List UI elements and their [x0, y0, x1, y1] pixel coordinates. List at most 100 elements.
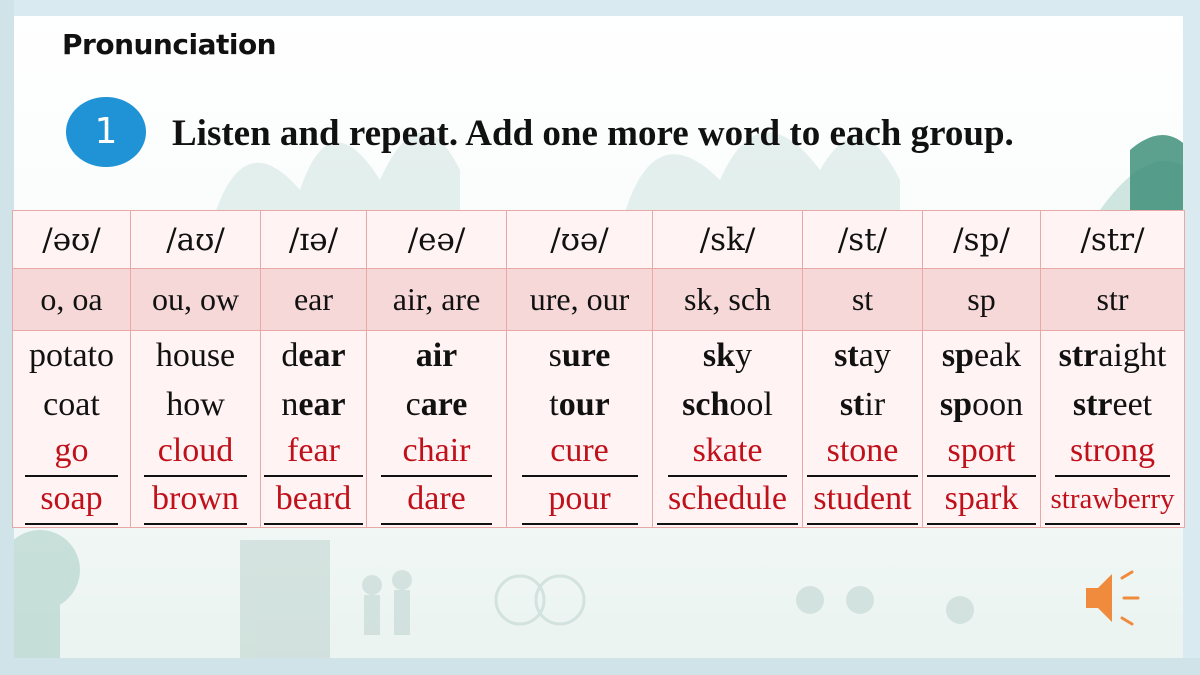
- symbol-cell: /ɪə/: [260, 210, 367, 269]
- slide-frame-top: [0, 0, 1200, 16]
- example-word: near: [261, 380, 366, 429]
- answer-blank[interactable]: student: [806, 477, 919, 525]
- speaker-icon[interactable]: [1082, 568, 1144, 628]
- example-word-plain: eak: [973, 337, 1022, 374]
- symbol-cell: /ʊə/: [506, 210, 653, 269]
- example-word-plain: aight: [1098, 337, 1167, 374]
- spelling-cell: str: [1040, 268, 1185, 331]
- example-word-highlight: str: [1072, 386, 1113, 423]
- answer-blank[interactable]: brown: [143, 477, 248, 525]
- example-word: school: [653, 380, 802, 429]
- examples-cell: air care chair dare: [366, 330, 507, 528]
- example-word-plain: t: [549, 386, 559, 423]
- symbol-cell: /eə/: [366, 210, 507, 269]
- symbol-cell: /əʊ/: [12, 210, 131, 269]
- answer-blank[interactable]: cure: [521, 429, 638, 477]
- example-word: potato: [29, 337, 114, 374]
- examples-cell: house how cloud brown: [130, 330, 261, 528]
- answer-blank[interactable]: cloud: [143, 429, 248, 477]
- example-word-plain: s: [548, 337, 562, 374]
- example-word: spoon: [923, 380, 1040, 429]
- answer-blank[interactable]: chair: [380, 429, 493, 477]
- example-word: house: [155, 337, 236, 374]
- example-word-highlight: air: [415, 337, 458, 374]
- example-word: coat: [43, 386, 100, 423]
- example-word-highlight: ure: [561, 337, 611, 374]
- example-word: sky: [653, 331, 802, 380]
- answer-blank[interactable]: fear: [264, 429, 363, 477]
- example-word: care: [367, 380, 506, 429]
- examples-row: potato coat go soap house how cloud brow…: [12, 330, 1185, 528]
- symbol-cell: /str/: [1040, 210, 1185, 269]
- examples-cell: sky school skate schedule: [652, 330, 803, 528]
- example-word-plain: n: [281, 386, 299, 423]
- spelling-cell: ure, our: [506, 268, 653, 331]
- example-word-highlight: our: [558, 386, 610, 423]
- example-word-plain: ay: [858, 337, 891, 374]
- example-word-highlight: are: [420, 386, 468, 423]
- answer-blank[interactable]: strawberry: [1045, 477, 1180, 525]
- example-word: stay: [803, 331, 922, 380]
- answer-blank[interactable]: stone: [806, 429, 919, 477]
- spelling-cell: air, are: [366, 268, 507, 331]
- spelling-cell: ear: [260, 268, 367, 331]
- symbol-cell: /aʊ/: [130, 210, 261, 269]
- answer-blank[interactable]: strong: [1055, 429, 1170, 477]
- step-number-badge: 1: [66, 97, 146, 167]
- example-word-plain: ool: [729, 386, 773, 423]
- examples-cell: potato coat go soap: [12, 330, 131, 528]
- answer-blank[interactable]: schedule: [657, 477, 798, 525]
- example-word-plain: oon: [972, 386, 1024, 423]
- answer-blank[interactable]: beard: [264, 477, 363, 525]
- example-word-highlight: sp: [941, 337, 974, 374]
- example-word: street: [1041, 380, 1184, 429]
- example-word-plain: y: [735, 337, 753, 374]
- answer-blank[interactable]: soap: [24, 477, 119, 525]
- symbol-cell: /st/: [802, 210, 923, 269]
- example-word: tour: [507, 380, 652, 429]
- example-word-highlight: str: [1058, 337, 1099, 374]
- answer-blank[interactable]: pour: [521, 477, 638, 525]
- symbol-cell: /sk/: [652, 210, 803, 269]
- slide-frame-bottom: [0, 658, 1200, 675]
- examples-cell: speak spoon sport spark: [922, 330, 1041, 528]
- example-word-plain: d: [281, 337, 299, 374]
- example-word-highlight: ear: [298, 337, 346, 374]
- section-title: Pronunciation: [62, 28, 277, 61]
- examples-cell: dear near fear beard: [260, 330, 367, 528]
- example-word: straight: [1041, 331, 1184, 380]
- phonetic-symbol-row: /əʊ/ /aʊ/ /ɪə/ /eə/ /ʊə/ /sk/ /st/ /sp/ …: [12, 210, 1185, 269]
- examples-cell: stay stir stone student: [802, 330, 923, 528]
- answer-blank[interactable]: skate: [667, 429, 788, 477]
- answer-blank[interactable]: spark: [926, 477, 1037, 525]
- answer-blank[interactable]: sport: [926, 429, 1037, 477]
- example-word-plain: ir: [864, 386, 886, 423]
- example-word-plain: c: [405, 386, 421, 423]
- answer-blank[interactable]: dare: [380, 477, 493, 525]
- example-word: speak: [923, 331, 1040, 380]
- example-word: air: [367, 331, 506, 380]
- example-word-highlight: ear: [298, 386, 346, 423]
- examples-cell: sure tour cure pour: [506, 330, 653, 528]
- spelling-cell: o, oa: [12, 268, 131, 331]
- example-word: how: [166, 386, 225, 423]
- spelling-row: o, oa ou, ow ear air, are ure, our sk, s…: [12, 268, 1185, 331]
- pronunciation-table: /əʊ/ /aʊ/ /ɪə/ /eə/ /ʊə/ /sk/ /st/ /sp/ …: [12, 210, 1185, 528]
- instruction-text: Listen and repeat. Add one more word to …: [172, 113, 1014, 154]
- example-word-highlight: sp: [939, 386, 973, 423]
- answer-blank[interactable]: go: [24, 429, 119, 477]
- example-word-highlight: st: [839, 386, 865, 423]
- symbol-cell: /sp/: [922, 210, 1041, 269]
- example-word-highlight: sk: [702, 337, 736, 374]
- spelling-cell: sk, sch: [652, 268, 803, 331]
- spelling-cell: ou, ow: [130, 268, 261, 331]
- example-word: sure: [507, 331, 652, 380]
- spelling-cell: st: [802, 268, 923, 331]
- spelling-cell: sp: [922, 268, 1041, 331]
- example-word: dear: [261, 331, 366, 380]
- example-word-plain: eet: [1112, 386, 1153, 423]
- example-word: stir: [803, 380, 922, 429]
- slide-frame-right: [1183, 0, 1200, 675]
- example-word-highlight: st: [834, 337, 859, 374]
- examples-cell: straight street strong strawberry: [1040, 330, 1185, 528]
